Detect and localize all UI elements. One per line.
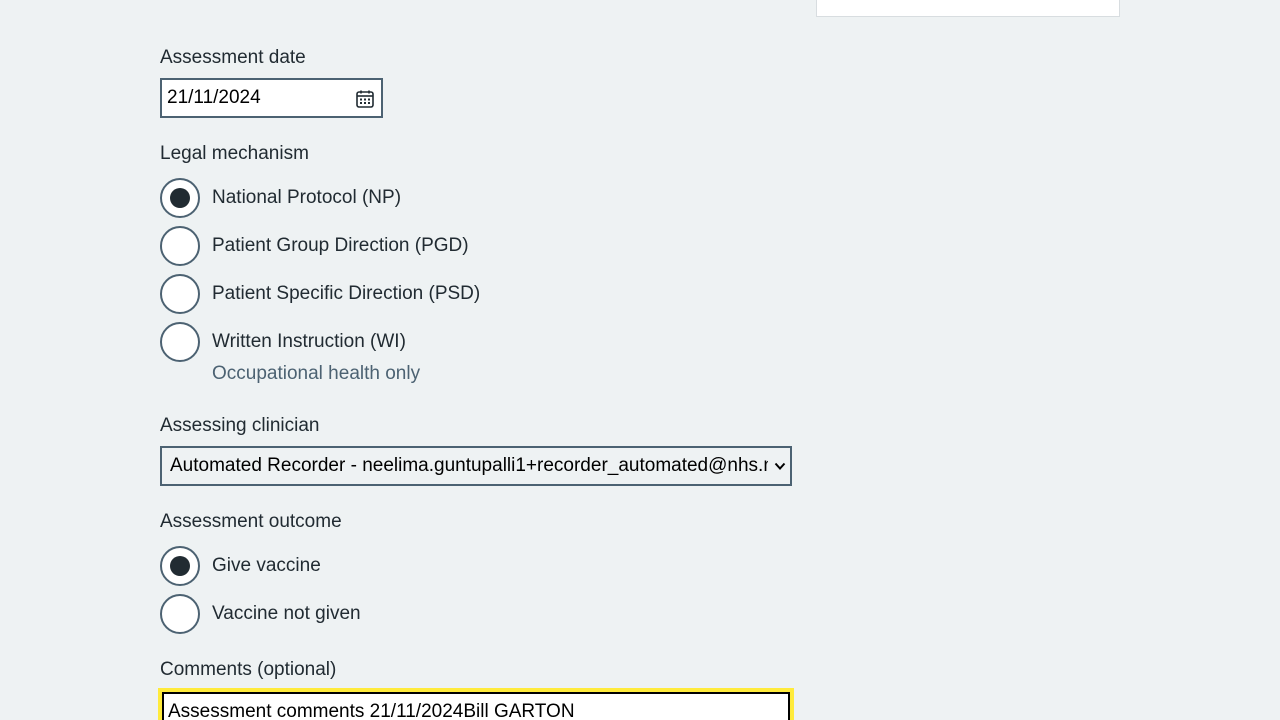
- radio-label[interactable]: Vaccine not given: [212, 602, 361, 626]
- radio-label[interactable]: Written Instruction (WI): [212, 330, 406, 354]
- radio-selected-dot: [170, 188, 190, 208]
- radio-button[interactable]: [160, 594, 200, 634]
- radio-button[interactable]: [160, 178, 200, 218]
- radio-button[interactable]: [160, 274, 200, 314]
- written-instruction-hint: Occupational health only: [212, 363, 421, 384]
- assessing-clinician-select[interactable]: Automated Recorder - neelima.guntupalli1…: [160, 446, 792, 486]
- assessment-outcome-label: Assessment outcome: [160, 511, 342, 532]
- comments-textarea[interactable]: Assessment comments 21/11/2024Bill GARTO…: [162, 692, 790, 720]
- page: Assessment date 21/11/2024 Legal mechani…: [0, 0, 1280, 720]
- radio-button[interactable]: [160, 226, 200, 266]
- assessing-clinician-value: Automated Recorder - neelima.guntupalli1…: [170, 455, 768, 476]
- radio-label[interactable]: Patient Group Direction (PGD): [212, 234, 469, 258]
- radio-button[interactable]: [160, 322, 200, 362]
- side-panel: [816, 0, 1120, 17]
- chevron-down-icon: [774, 462, 786, 470]
- radio-label[interactable]: National Protocol (NP): [212, 186, 401, 210]
- legal-mechanism-label: Legal mechanism: [160, 143, 309, 164]
- radio-button[interactable]: [160, 546, 200, 586]
- assessment-date-label: Assessment date: [160, 47, 306, 68]
- assessing-clinician-label: Assessing clinician: [160, 415, 320, 436]
- assessment-date-input[interactable]: 21/11/2024: [160, 78, 383, 118]
- assessment-date-value: 21/11/2024: [167, 87, 261, 108]
- comments-label: Comments (optional): [160, 659, 337, 680]
- radio-label[interactable]: Patient Specific Direction (PSD): [212, 282, 480, 306]
- comments-focus-ring: Assessment comments 21/11/2024Bill GARTO…: [158, 688, 794, 720]
- comments-value: Assessment comments 21/11/2024Bill GARTO…: [168, 701, 575, 720]
- calendar-icon[interactable]: [355, 89, 375, 109]
- radio-selected-dot: [170, 556, 190, 576]
- radio-label[interactable]: Give vaccine: [212, 554, 321, 578]
